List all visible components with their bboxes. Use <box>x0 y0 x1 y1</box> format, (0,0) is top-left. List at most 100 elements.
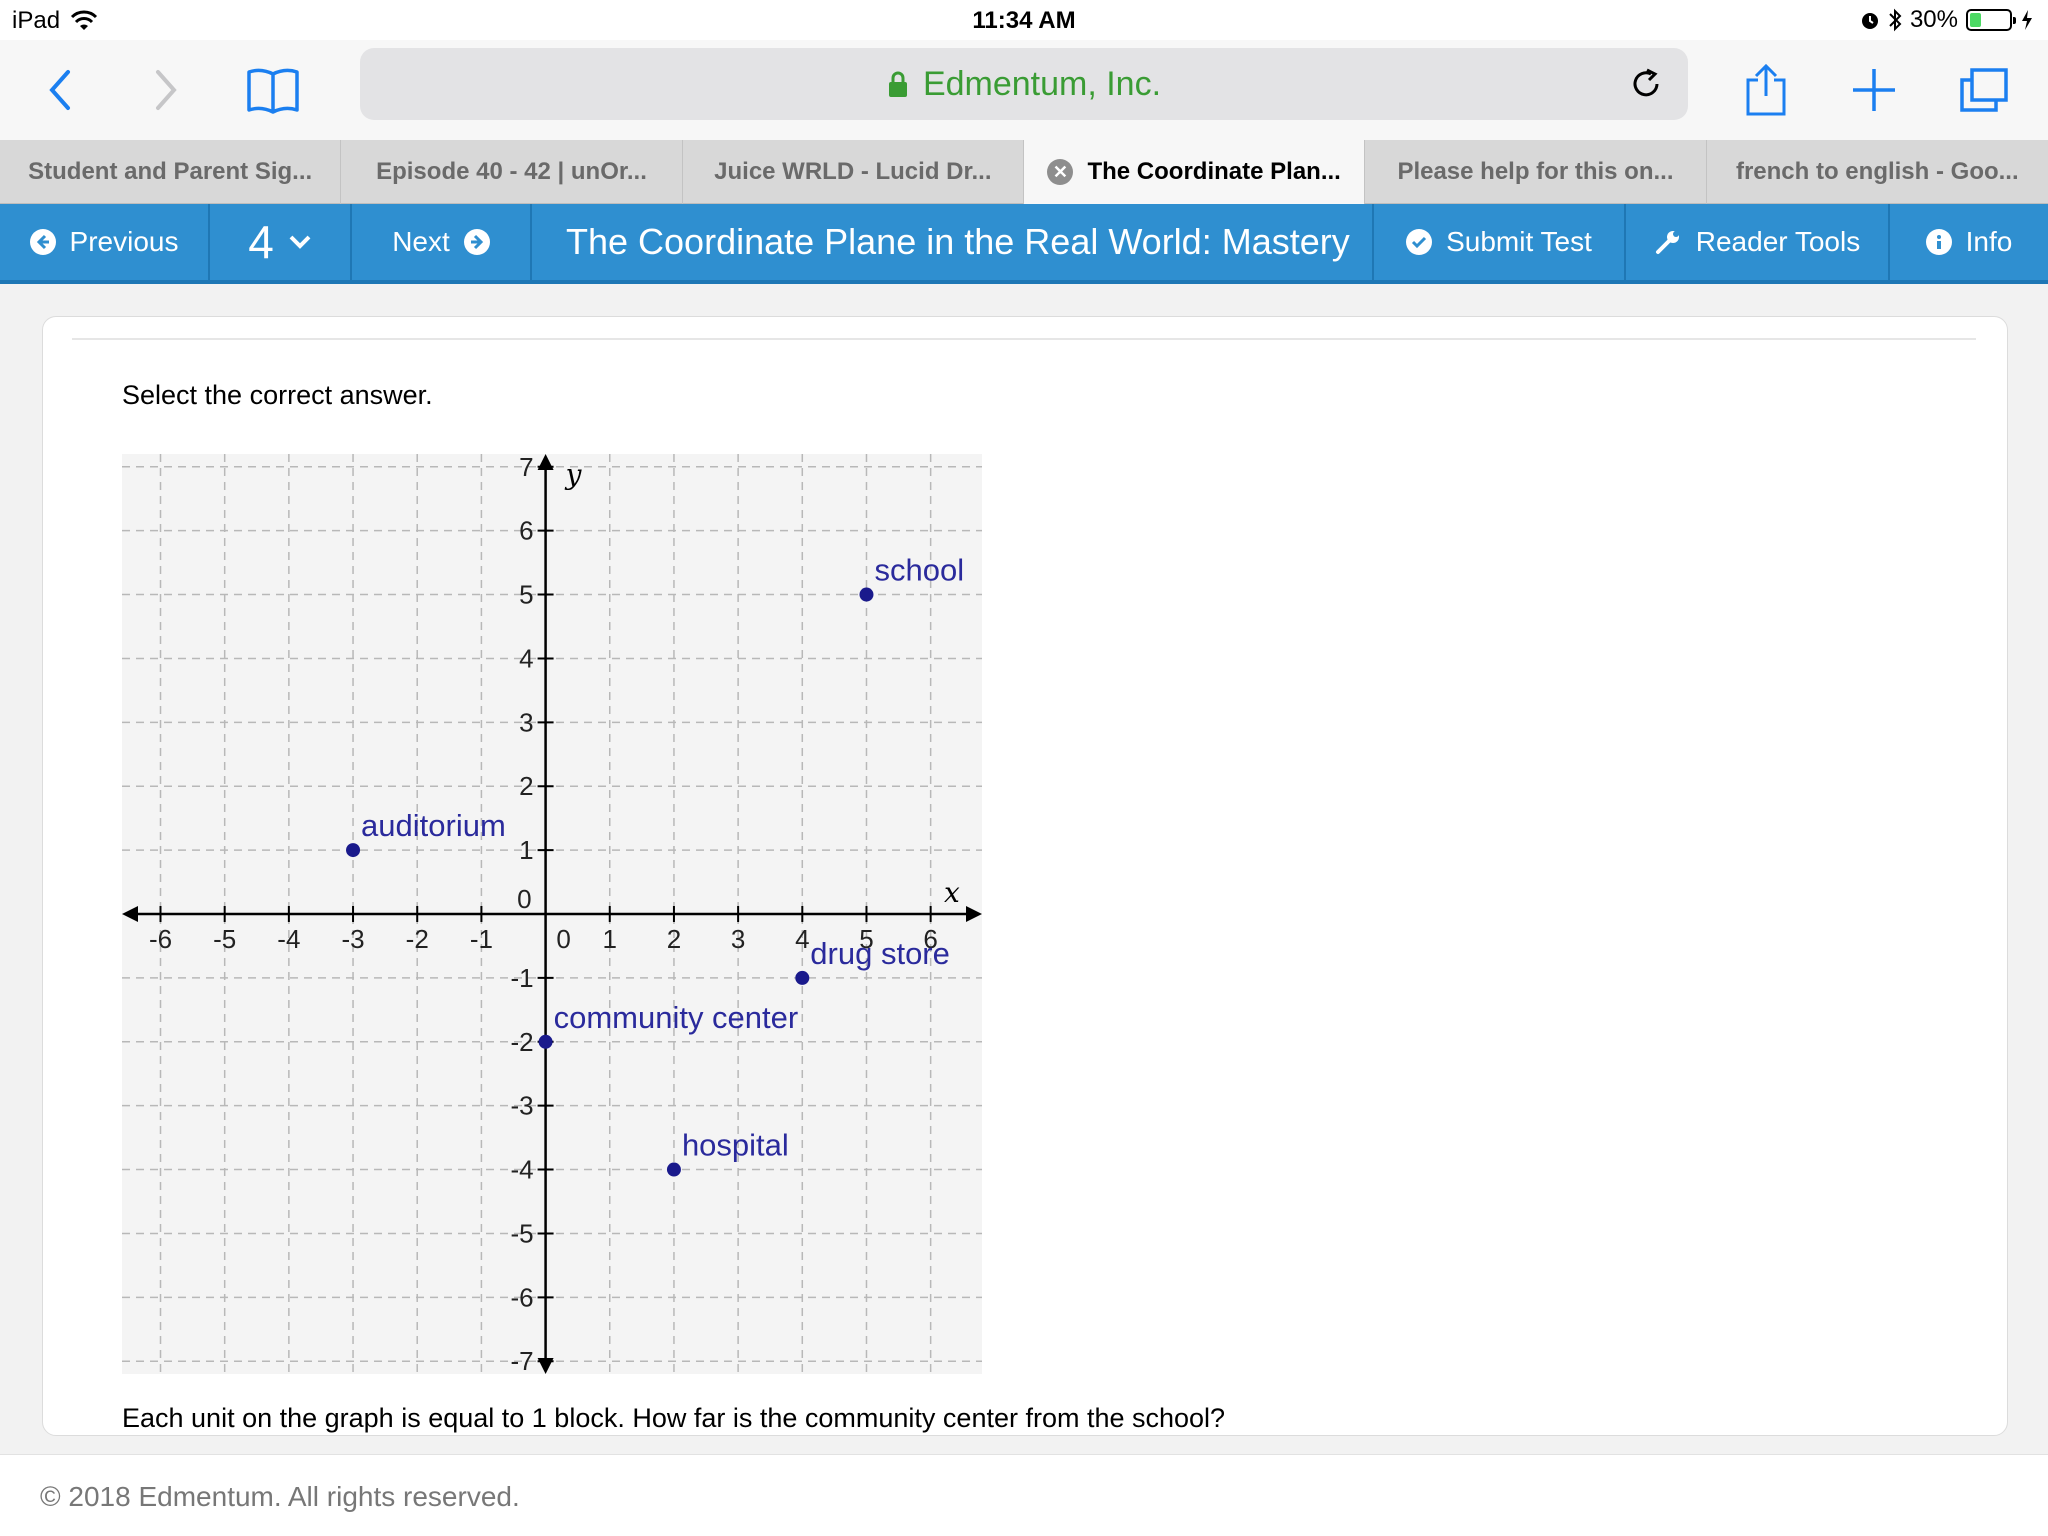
x-tick-label: -5 <box>213 924 236 954</box>
y-tick-label: -1 <box>510 963 533 993</box>
data-point-label: hospital <box>682 1128 789 1163</box>
y-tick-label: -2 <box>510 1027 533 1057</box>
address-text: Edmentum, Inc. <box>922 64 1162 103</box>
alarm-icon <box>1861 13 1878 29</box>
submit-label: Submit Test <box>1446 226 1592 257</box>
y-tick-label: 1 <box>519 835 533 865</box>
data-point <box>859 587 874 602</box>
back-button[interactable] <box>30 40 90 140</box>
forward-button[interactable] <box>136 40 196 140</box>
info-icon <box>1925 229 1952 255</box>
tab-label: The Coordinate Plan... <box>1087 158 1341 185</box>
y-tick-label: -6 <box>510 1282 533 1312</box>
submit-test-button[interactable]: Submit Test <box>1374 204 1626 280</box>
x-tick-label: 4 <box>795 924 809 954</box>
battery-icon <box>1966 9 2016 31</box>
new-tab-button[interactable] <box>1844 40 1904 140</box>
test-title: The Coordinate Plane in the Real World: … <box>532 204 1374 280</box>
y-tick-label: -5 <box>510 1218 533 1248</box>
battery-percent: 30% <box>1909 6 1958 33</box>
y-tick-label: 3 <box>519 707 533 737</box>
data-point-label: auditorium <box>361 808 506 843</box>
book-icon <box>247 68 299 114</box>
bookmarks-button[interactable] <box>238 40 308 140</box>
x-tick-label: -4 <box>277 924 300 954</box>
browser-tab[interactable]: french to english - Goo... <box>1707 140 2048 204</box>
close-icon[interactable]: ✕ <box>1047 159 1074 185</box>
reload-icon <box>1633 68 1659 97</box>
x-tick-label: 1 <box>603 924 617 954</box>
tabs-overview-button[interactable] <box>1952 40 2016 140</box>
chevron-left-icon <box>49 70 70 110</box>
x-tick-label: 3 <box>731 924 745 954</box>
y-tick-label: -3 <box>510 1091 533 1121</box>
y-axis-label: y <box>564 458 583 491</box>
question-number: 4 <box>248 216 274 268</box>
y-tick-label: 4 <box>519 643 533 673</box>
status-bar: iPad 11:34 AM 30% <box>0 0 2048 40</box>
y-tick-label: -4 <box>510 1155 533 1185</box>
x-axis-label: x <box>944 876 960 909</box>
x-tick-label: -2 <box>406 924 429 954</box>
tab-label: Episode 40 - 42 | unOr... <box>376 158 647 185</box>
info-label: Info <box>1965 226 2013 257</box>
browser-tabs: Student and Parent Sig... Episode 40 - 4… <box>0 140 2048 204</box>
data-point-label: community center <box>554 1000 799 1035</box>
share-button[interactable] <box>1736 40 1796 140</box>
x-tick-label: 2 <box>667 924 681 954</box>
tabs-icon <box>1960 68 2008 112</box>
reload-button[interactable] <box>1624 62 1668 106</box>
data-point <box>538 1034 553 1049</box>
question-text: Each unit on the graph is equal to 1 blo… <box>122 1403 1226 1433</box>
tab-label: Juice WRLD - Lucid Dr... <box>714 158 992 185</box>
y-tick-label: 6 <box>519 516 533 546</box>
info-button[interactable]: Info <box>1890 204 2048 280</box>
next-button[interactable]: Next <box>352 204 532 280</box>
origin-label: 0 <box>517 884 531 914</box>
y-tick-label: 7 <box>519 454 533 482</box>
coordinate-plane-graph: x y -6 -5 -4 -3 -2 -1 0 1 2 3 4 5 6 -7 -6 -5 -4 -3 -2 -1 1 2 3 4… <box>122 454 982 1374</box>
previous-label: Previous <box>69 226 179 257</box>
data-point <box>795 970 810 985</box>
browser-tab[interactable]: Episode 40 - 42 | unOr... <box>341 140 683 204</box>
browser-toolbar: Edmentum, Inc. <box>0 40 2048 140</box>
x-tick-label: -6 <box>149 924 172 954</box>
x-tick-label: 0 <box>556 924 570 954</box>
charging-icon <box>2022 10 2032 30</box>
address-bar[interactable]: Edmentum, Inc. <box>360 48 1688 120</box>
arrow-right-circle-icon <box>463 229 490 255</box>
y-tick-label: -7 <box>510 1346 533 1374</box>
lock-icon <box>888 71 907 97</box>
question-number-dropdown[interactable]: 4 <box>210 204 352 280</box>
chevron-down-icon <box>289 235 311 249</box>
battery-level <box>1970 13 1981 27</box>
check-circle-icon <box>1406 229 1433 255</box>
share-icon <box>1746 63 1786 116</box>
tab-label: Please help for this on... <box>1397 158 1674 185</box>
bluetooth-icon <box>1889 8 1902 32</box>
data-point-label: drug store <box>810 936 950 971</box>
footer: © 2018 Edmentum. All rights reserved. <box>0 1454 2048 1536</box>
previous-button[interactable]: Previous <box>0 204 210 280</box>
status-time: 11:34 AM <box>972 7 1076 34</box>
y-tick-label: 5 <box>519 580 533 610</box>
browser-tab[interactable]: Student and Parent Sig... <box>0 140 342 204</box>
question-instruction: Select the correct answer. <box>122 380 433 410</box>
data-point <box>346 843 361 858</box>
browser-tab[interactable]: Juice WRLD - Lucid Dr... <box>683 140 1024 204</box>
copyright-text: © 2018 Edmentum. All rights reserved. <box>40 1481 520 1512</box>
reader-tools-button[interactable]: Reader Tools <box>1626 204 1890 280</box>
card-divider <box>72 338 1976 340</box>
data-point <box>666 1162 681 1177</box>
browser-tab[interactable]: Please help for this on... <box>1365 140 1707 204</box>
browser-tab-active[interactable]: ✕ The Coordinate Plan... <box>1023 140 1366 204</box>
x-tick-label: -3 <box>341 924 364 954</box>
x-tick-label: -1 <box>470 924 493 954</box>
status-right: 30% <box>1860 6 2034 34</box>
tab-label: Student and Parent Sig... <box>28 158 313 185</box>
chevron-right-icon <box>156 70 177 110</box>
test-navigation-bar: Previous 4 Next The Coordinate Plane in … <box>0 204 2048 284</box>
y-tick-label: 2 <box>519 771 533 801</box>
data-point-label: school <box>874 553 964 588</box>
next-label: Next <box>392 226 450 257</box>
